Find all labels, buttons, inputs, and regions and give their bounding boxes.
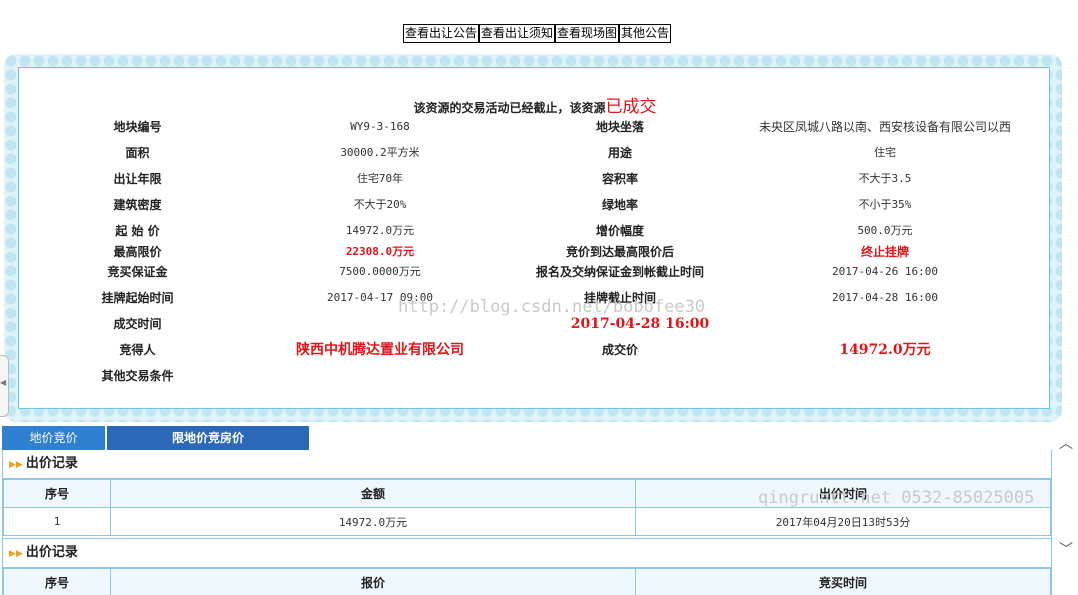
view-notice-button[interactable]: 查看出让须知	[479, 24, 556, 43]
bid-tabs: 地价竞价 限地价竞房价	[2, 426, 309, 450]
double-arrow-icon: ▶▶	[9, 549, 23, 559]
top-button-bar: 查看出让公告 查看出让须知 查看现场图 其他公告	[403, 24, 672, 43]
deal-status: 已成交	[605, 97, 657, 117]
bid-record-title-text: 出价记录	[25, 456, 78, 471]
scroll-down-icon[interactable]: ﹀	[1058, 542, 1074, 558]
value-deal-price: 14972.0万元	[839, 342, 931, 358]
detail-row: 竞得人 陕西中机腾达置业有限公司 成交价 14972.0万元	[20, 338, 1050, 362]
vertical-scrollbar[interactable]: ︿ ﹀	[1056, 426, 1076, 576]
col-header-quote: 报价	[110, 568, 636, 595]
label-area: 面积	[125, 146, 150, 160]
label-deposit: 竞买保证金	[107, 265, 168, 279]
bid-record-title-2: ▶▶ 出价记录	[3, 538, 1051, 568]
detail-row: 面积 30000.2平方米 用途 住宅	[20, 141, 1050, 165]
label-green-ratio: 绿地率	[601, 198, 638, 212]
value-deposit: 7500.0000万元	[339, 265, 421, 278]
table-row: 1 14972.0万元 2017年04月20日13时53分	[3, 507, 1051, 536]
value-area: 30000.2平方米	[340, 146, 420, 159]
col-header-amount: 金额	[110, 479, 636, 508]
label-other-conditions: 其他交易条件	[101, 369, 174, 383]
col-header-no: 序号	[3, 568, 111, 595]
side-collapse-handle[interactable]: ◀	[0, 355, 9, 417]
other-announcement-button[interactable]: 其他公告	[619, 24, 672, 43]
value-location: 未央区凤城八路以南、西安核设备有限公司以西	[758, 120, 1011, 134]
detail-row: 其他交易条件	[20, 364, 1050, 388]
label-parcel-no: 地块编号	[113, 120, 162, 134]
label-deal-time: 成交时间	[113, 317, 162, 331]
view-announcement-button[interactable]: 查看出让公告	[403, 24, 480, 43]
site-watermark: qingruntt.net 0532-85025005	[758, 488, 1035, 508]
label-far: 容积率	[601, 172, 638, 186]
label-term: 出让年限	[113, 172, 162, 186]
value-usage: 住宅	[874, 146, 896, 159]
detail-row: 出让年限 住宅70年 容积率 不大于3.5	[20, 167, 1050, 191]
value-green-ratio: 不小于35%	[858, 198, 912, 211]
detail-row: 地块编号 WY9-3-168 地块坐落 未央区凤城八路以南、西安核设备有限公司以…	[20, 115, 1050, 139]
label-deal-price: 成交价	[601, 343, 638, 357]
label-listing-start: 挂牌起始时间	[101, 291, 174, 305]
value-listing-end: 2017-04-28 16:00	[832, 291, 938, 304]
result-prefix: 该资源的交易活动已经截止，该资源	[413, 101, 606, 115]
detail-row: 建筑密度 不大于20% 绿地率 不小于35%	[20, 193, 1050, 217]
table-header-row: 序号 报价 竞买时间	[3, 568, 1051, 595]
label-deposit-deadline: 报名及交纳保证金到帐截止时间	[535, 265, 704, 279]
label-location: 地块坐落	[595, 120, 644, 134]
bid-record-table-2: 序号 报价 竞买时间	[3, 568, 1051, 595]
label-winner: 竞得人	[119, 343, 156, 357]
scroll-up-icon[interactable]: ︿	[1058, 436, 1074, 452]
tab-limited-land-price-housing[interactable]: 限地价竞房价	[107, 426, 309, 450]
cell-amount: 14972.0万元	[110, 507, 636, 536]
cell-no: 1	[3, 507, 111, 536]
bid-record-panel: ▶▶ 出价记录 序号 金额 出价时间 1 14972.0万元 2017年04月20…	[2, 450, 1052, 595]
tab-land-price-bidding[interactable]: 地价竞价	[2, 426, 105, 450]
bid-record-title-2-text: 出价记录	[25, 545, 78, 560]
view-site-map-button[interactable]: 查看现场图	[555, 24, 620, 43]
detail-row: 竞买保证金 7500.0000万元 报名及交纳保证金到帐截止时间 2017-04…	[20, 260, 1050, 284]
value-deposit-deadline: 2017-04-26 16:00	[832, 265, 938, 278]
value-parcel-no: WY9-3-168	[350, 120, 410, 133]
double-arrow-icon: ▶▶	[9, 460, 23, 470]
col-header-bid-time: 竞买时间	[635, 568, 1051, 595]
bid-record-title: ▶▶ 出价记录	[3, 450, 1051, 479]
result-status: 该资源的交易活动已经截止，该资源已成交	[0, 92, 1070, 117]
chevron-left-icon: ◀	[0, 378, 7, 387]
value-density: 不大于20%	[353, 198, 407, 211]
value-winner: 陕西中机腾达置业有限公司	[296, 342, 464, 358]
col-header-no: 序号	[3, 479, 111, 508]
value-term: 住宅70年	[356, 172, 404, 185]
cell-time: 2017年04月20日13时53分	[635, 507, 1051, 536]
blog-watermark: http://blog.csdn.net/bobofee30	[398, 297, 706, 317]
label-usage: 用途	[607, 146, 632, 160]
value-far: 不大于3.5	[858, 172, 912, 185]
label-density: 建筑密度	[113, 198, 162, 212]
